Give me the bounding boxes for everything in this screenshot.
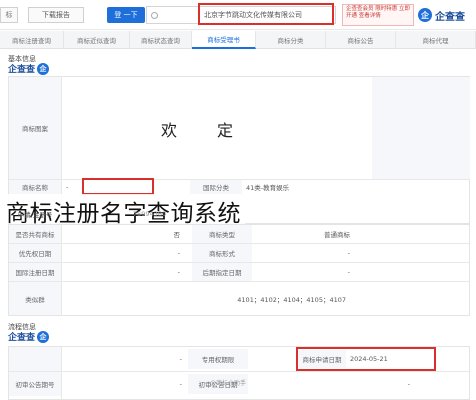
divider bbox=[61, 225, 62, 315]
notice-no-label: 初审公告期号 bbox=[9, 372, 61, 396]
type-value: 普通商标 bbox=[324, 231, 350, 239]
form-label: 商标形式 bbox=[192, 244, 252, 262]
deadline-label: 专用权期限 bbox=[188, 349, 248, 369]
tab-item-active[interactable]: 商标受理书 bbox=[192, 31, 256, 49]
tab-item[interactable]: 商标近似查询 bbox=[64, 31, 130, 49]
trademark-chars: 欢定 bbox=[160, 121, 273, 140]
small-tag-button[interactable]: 标 bbox=[0, 7, 18, 23]
right-panel-label bbox=[372, 77, 470, 179]
watermark: @商标小助手 bbox=[210, 380, 247, 387]
intl-date-value: - bbox=[177, 268, 180, 276]
form-value: - bbox=[347, 249, 350, 257]
site-logo[interactable]: 企 企查查 bbox=[418, 5, 474, 25]
logo-icon: 企 bbox=[418, 8, 432, 22]
tab-item[interactable]: 商标注册查询 bbox=[0, 31, 64, 49]
later-date-value: - bbox=[347, 268, 350, 276]
logo-text: 企查查 bbox=[435, 11, 465, 23]
reg-no-label: 申请/注册号 bbox=[17, 211, 53, 219]
tm-name-label: 商标名称 bbox=[9, 180, 61, 194]
later-date-label: 后期指定日期 bbox=[192, 263, 252, 281]
tab-item[interactable]: 商标代理 bbox=[396, 31, 476, 49]
notice-no-value: - bbox=[179, 380, 182, 388]
logo-icon: 企 bbox=[37, 62, 50, 75]
type-label: 商标类型 bbox=[192, 225, 252, 243]
similar-group-value: 4101；4102；4104；4105；4107 bbox=[237, 295, 346, 304]
logo-icon: 企 bbox=[37, 330, 50, 343]
intl-date-label: 国际注册日期 bbox=[9, 263, 61, 281]
tab-bar: 商标注册查询 商标近似查询 商标状态查询 商标受理书 商标分类 商标公告 商标代… bbox=[0, 31, 476, 49]
similar-group-label: 类似群 bbox=[9, 282, 61, 315]
shared-label: 是否共有商标 bbox=[9, 225, 61, 243]
tab-item[interactable]: 商标状态查询 bbox=[130, 31, 192, 49]
intl-class-value: 41类-教育娱乐 bbox=[246, 184, 290, 192]
highlight-apply-date bbox=[296, 347, 436, 371]
deadline-value: - bbox=[179, 355, 182, 363]
shared-value: 否 bbox=[173, 231, 181, 239]
priority-label: 优先权日期 bbox=[9, 244, 61, 262]
trademark-image-label: 商标图案 bbox=[9, 77, 61, 179]
section-logo: 企查查 企 bbox=[8, 62, 50, 75]
highlight-tm-name bbox=[82, 178, 154, 195]
priority-value: - bbox=[177, 249, 180, 257]
tab-item[interactable]: 商标公告 bbox=[326, 31, 396, 49]
login-button[interactable]: 登 一下 bbox=[107, 7, 145, 23]
reg-no-value: 75994380 bbox=[133, 210, 167, 218]
download-report-button[interactable]: 下载报告 bbox=[28, 7, 84, 23]
logo-text: 企查查 bbox=[8, 333, 36, 343]
top-bar: 标 下载报告 登 一下 北京字节跳动文化传媒有限公司 企查查会员 限时特惠 立即… bbox=[0, 0, 476, 30]
trademark-image: 欢定 bbox=[62, 80, 372, 178]
intl-class-label: 国际分类 bbox=[190, 180, 242, 194]
notice-date-value: - bbox=[407, 380, 410, 388]
logo-text: 企查查 bbox=[8, 65, 36, 75]
search-icon bbox=[151, 11, 158, 19]
deadline-label-left bbox=[9, 347, 61, 371]
search-value: 北京字节跳动文化传媒有限公司 bbox=[204, 11, 302, 19]
tab-item[interactable]: 商标分类 bbox=[256, 31, 326, 49]
section-logo: 企查查 企 bbox=[8, 330, 50, 343]
divider bbox=[61, 347, 62, 399]
promo-banner[interactable]: 企查查会员 限时特惠 立即开通 查看详情 bbox=[342, 4, 414, 26]
download-label: 下载报告 bbox=[42, 11, 70, 19]
